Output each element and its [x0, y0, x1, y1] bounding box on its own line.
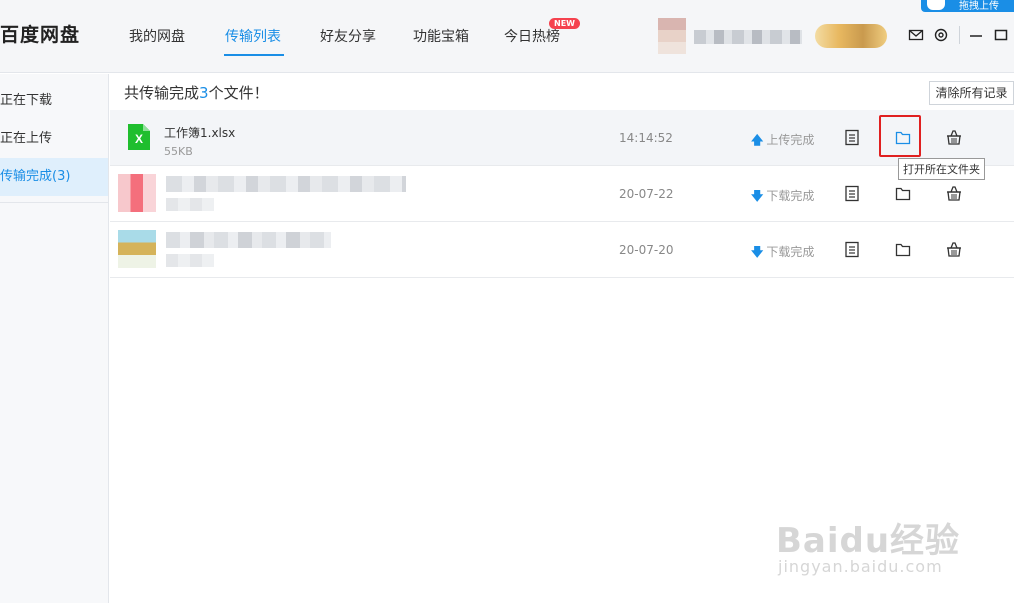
- download-arrow-icon: 🡇: [751, 189, 764, 203]
- open-folder-icon[interactable]: [895, 185, 911, 202]
- transfer-time: 20-07-20: [619, 243, 674, 257]
- file-details-icon[interactable]: [844, 241, 860, 258]
- sidebar-item-completed[interactable]: 传输完成(3): [0, 158, 108, 196]
- active-nav-underline: [224, 54, 284, 56]
- top-bar: 百度网盘 我的网盘 传输列表 好友分享 功能宝箱 今日热榜 NEW 拖拽上传: [0, 0, 1014, 73]
- svg-text:X: X: [135, 132, 143, 146]
- vip-badge[interactable]: [815, 24, 887, 48]
- header-divider: [959, 26, 960, 44]
- transfer-time: 20-07-22: [619, 187, 674, 201]
- watermark-main: Baidu经验: [776, 521, 961, 561]
- avatar[interactable]: [658, 18, 686, 54]
- cloud-icon: [927, 0, 945, 10]
- app-logo: 百度网盘: [0, 24, 81, 46]
- download-arrow-icon: 🡇: [751, 245, 764, 259]
- file-details-icon[interactable]: [844, 185, 860, 202]
- transfer-status: 🡅 上传完成: [751, 133, 815, 147]
- transfer-status: 🡇 下载完成: [751, 189, 815, 203]
- nav-my-disk[interactable]: 我的网盘: [129, 26, 185, 46]
- file-name-blurred: [166, 232, 331, 248]
- clear-all-records-button[interactable]: 清除所有记录: [929, 81, 1014, 105]
- completed-count: 3: [199, 84, 209, 102]
- sidebar-item-uploading[interactable]: 正在上传: [0, 120, 108, 158]
- open-folder-highlight: [879, 115, 921, 157]
- open-folder-icon[interactable]: [895, 241, 911, 258]
- transfer-row[interactable]: 20-07-22 🡇 下载完成: [110, 166, 1014, 222]
- baidu-jingyan-watermark: Baidu经验 jingyan.baidu.com: [776, 495, 966, 585]
- delete-record-icon[interactable]: [946, 241, 962, 258]
- image-thumbnail-blurred: [118, 174, 156, 212]
- maximize-icon[interactable]: [993, 27, 1009, 43]
- file-name: 工作簿1.xlsx: [164, 126, 236, 140]
- settings-icon[interactable]: [933, 27, 949, 43]
- delete-record-icon[interactable]: [946, 129, 962, 146]
- file-size: 55KB: [164, 145, 193, 158]
- open-folder-tooltip: 打开所在文件夹: [898, 158, 985, 180]
- minimize-icon[interactable]: [968, 27, 984, 43]
- username-blurred: [694, 30, 802, 44]
- sidebar-divider: [0, 202, 108, 203]
- nav-feature-box[interactable]: 功能宝箱: [413, 26, 469, 46]
- transfer-summary: 共传输完成3个文件！: [124, 84, 269, 102]
- nav-today-hot[interactable]: 今日热榜: [504, 26, 560, 46]
- transfer-status: 🡇 下载完成: [751, 245, 815, 259]
- excel-file-icon: X: [128, 124, 150, 150]
- upload-arrow-icon: 🡅: [751, 133, 764, 147]
- new-badge: NEW: [549, 18, 580, 29]
- file-size-blurred: [166, 198, 214, 211]
- file-details-icon[interactable]: [844, 129, 860, 146]
- sidebar: 正在下载 正在上传 传输完成(3): [0, 74, 109, 603]
- nav-friend-share[interactable]: 好友分享: [320, 26, 376, 46]
- transfer-row[interactable]: 20-07-20 🡇 下载完成: [110, 222, 1014, 278]
- file-size-blurred: [166, 254, 214, 267]
- transfer-time: 14:14:52: [619, 131, 673, 145]
- watermark-url: jingyan.baidu.com: [778, 557, 943, 576]
- delete-record-icon[interactable]: [946, 185, 962, 202]
- nav-transfer-list[interactable]: 传输列表: [225, 26, 281, 46]
- drag-upload-button[interactable]: 拖拽上传: [921, 0, 1014, 12]
- mail-icon[interactable]: [908, 27, 924, 43]
- sidebar-item-downloading[interactable]: 正在下载: [0, 82, 108, 120]
- image-thumbnail-blurred: [118, 230, 156, 268]
- file-name-blurred: [166, 176, 406, 192]
